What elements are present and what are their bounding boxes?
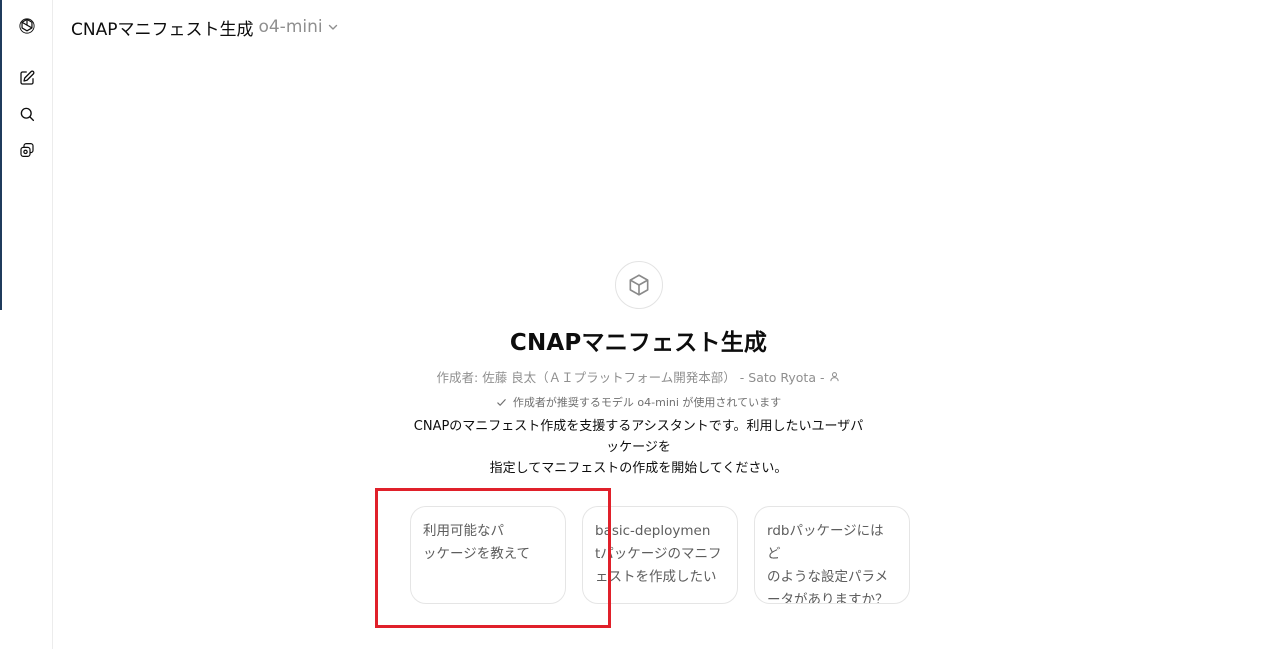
conversation-starters: 利用可能なパ ッケージを教えて basic-deploymen tパッケージのマ… <box>410 506 910 604</box>
cube-icon <box>629 274 648 296</box>
library-icon[interactable] <box>14 137 40 163</box>
starter-line: basic-deploymen <box>595 523 711 539</box>
model-name: o4-mini <box>258 17 323 37</box>
gpt-name: CNAPマニフェスト生成 <box>71 19 254 40</box>
description-line: CNAPのマニフェスト作成を支援するアシスタントです。利用したいユーザパッケージ… <box>413 419 864 455</box>
description-line: 指定してマニフェストの作成を開始してください。 <box>489 461 788 476</box>
starter-line: ッケージを教えて <box>423 546 531 562</box>
starter-line: のような設定パラメ <box>767 569 889 585</box>
gpt-description: CNAPのマニフェスト作成を支援するアシスタントです。利用したいユーザパッケージ… <box>409 416 869 479</box>
starter-card-available-packages[interactable]: 利用可能なパ ッケージを教えて <box>410 506 566 604</box>
search-icon[interactable] <box>14 101 40 127</box>
new-chat-icon[interactable] <box>14 65 40 91</box>
starter-line: ータがありますか？ <box>767 592 889 604</box>
starter-card-basic-deployment[interactable]: basic-deploymen tパッケージのマニフ ェストを作成したい <box>582 506 738 604</box>
check-icon <box>497 398 506 406</box>
starter-line: tパッケージのマニフ <box>595 546 722 562</box>
starter-line: 利用可能なパ <box>423 523 504 539</box>
author-line: 作成者: 佐藤 良太（ＡＩプラットフォーム開発本部） - Sato Ryota … <box>437 367 841 386</box>
gpt-avatar <box>614 261 663 309</box>
person-icon <box>830 372 840 382</box>
openai-logo-icon[interactable] <box>14 13 40 39</box>
model-selector[interactable]: CNAPマニフェスト生成 o4-mini <box>71 14 339 40</box>
recommended-text: 作成者が推奨するモデル o4-mini が使用されています <box>512 396 782 409</box>
chevron-down-icon <box>328 24 337 30</box>
author-text: 作成者: 佐藤 良太（ＡＩプラットフォーム開発本部） - Sato Ryota … <box>436 370 825 385</box>
app-window: CNAPマニフェスト生成 o4-mini CNAPマニフェスト生成 作成者: 佐… <box>0 0 1277 649</box>
gpt-title: CNAPマニフェスト生成 <box>509 330 768 356</box>
starter-line: ェストを作成したい <box>595 569 717 585</box>
gpt-intro: CNAPマニフェスト生成 作成者: 佐藤 良太（ＡＩプラットフォーム開発本部） … <box>0 261 1277 479</box>
recommended-model-note: 作成者が推奨するモデル o4-mini が使用されています <box>496 394 781 410</box>
starter-line: rdbパッケージにはど <box>767 523 884 562</box>
starter-card-rdb-parameters[interactable]: rdbパッケージにはど のような設定パラメ ータがありますか？ <box>754 506 910 604</box>
